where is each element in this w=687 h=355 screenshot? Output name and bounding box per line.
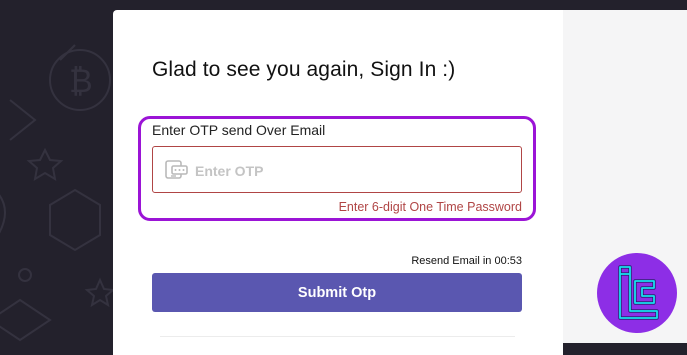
tc-logo xyxy=(597,253,677,333)
svg-text:₿: ₿ xyxy=(69,62,93,100)
otp-error-message: Enter 6-digit One Time Password xyxy=(338,200,522,214)
page-title: Glad to see you again, Sign In :) xyxy=(152,58,456,81)
otp-field[interactable] xyxy=(152,146,522,194)
otp-field-label: Enter OTP send Over Email xyxy=(152,122,326,138)
divider xyxy=(160,336,515,337)
tc-logo-icon xyxy=(618,265,659,320)
background-pattern: ₿ xyxy=(0,44,115,342)
otp-device-icon xyxy=(165,160,188,179)
submit-otp-button[interactable]: Submit Otp xyxy=(152,273,522,312)
resend-countdown: Resend Email in 00:53 xyxy=(411,255,522,267)
otp-input[interactable] xyxy=(193,147,517,194)
